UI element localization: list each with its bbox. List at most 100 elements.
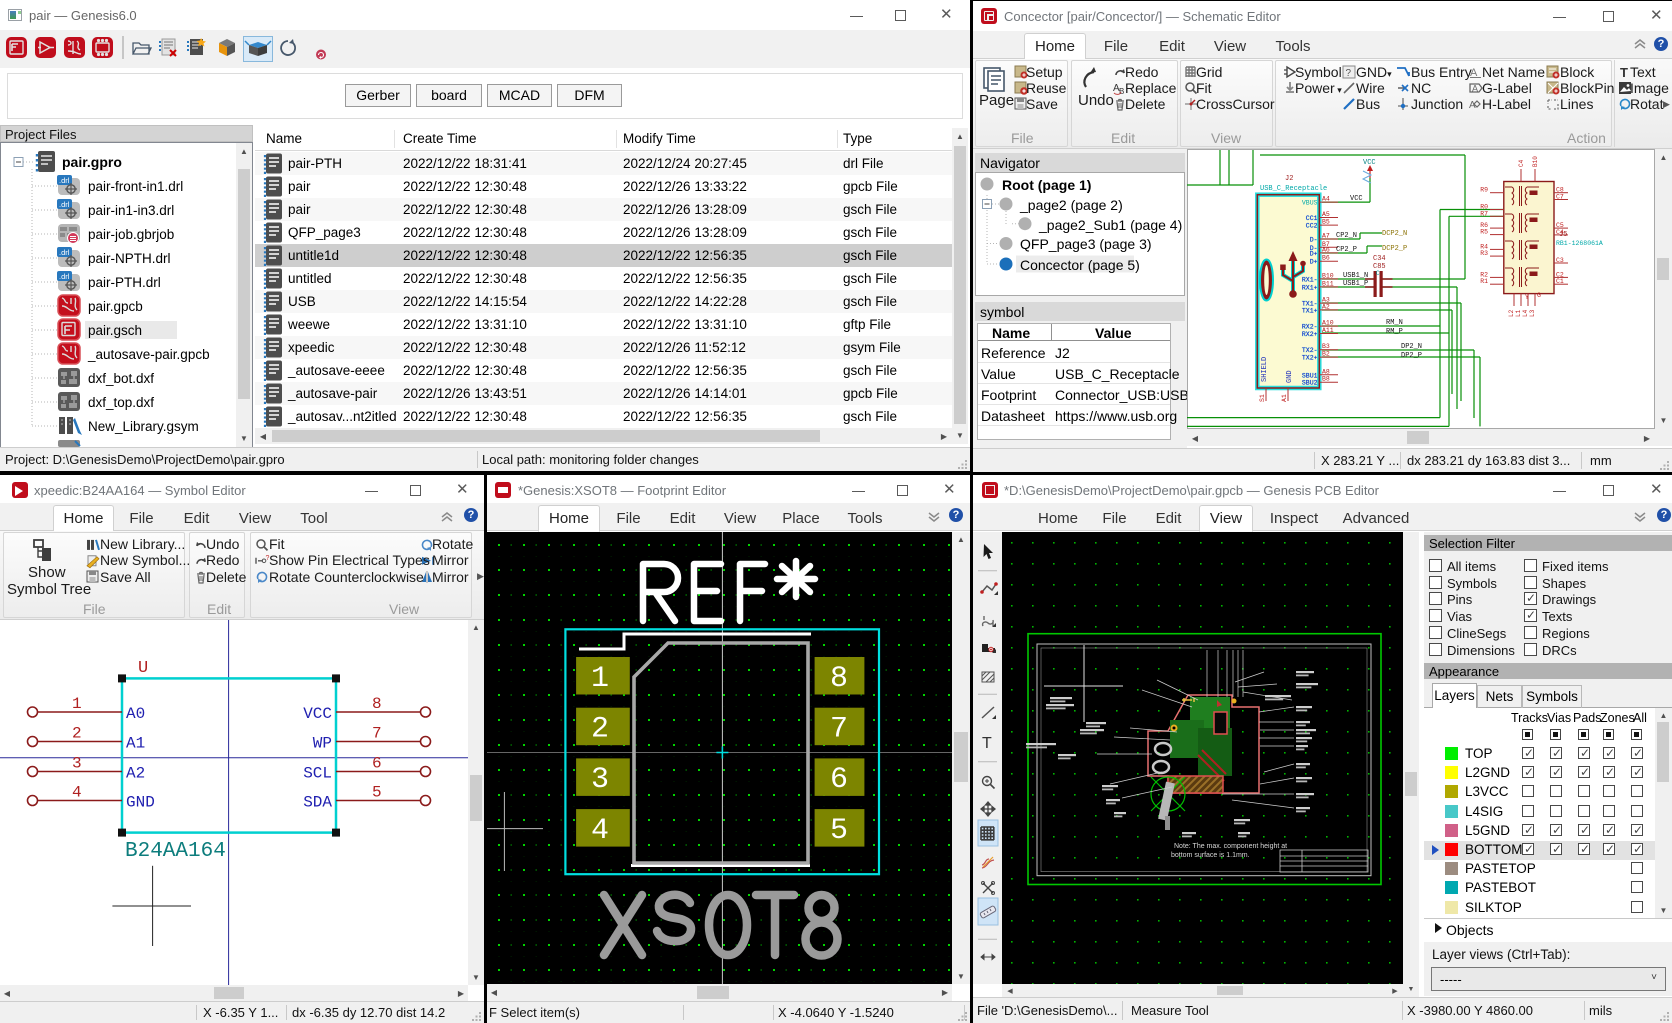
svg-text:WP: WP	[313, 735, 332, 753]
svg-text:RX1-: RX1-	[1302, 276, 1318, 283]
svg-text:Y: Y	[1525, 294, 1529, 301]
svg-text:B2: B2	[1322, 351, 1330, 358]
svg-text:.drl: .drl	[59, 272, 70, 281]
svg-text:G: G	[1537, 292, 1541, 299]
svg-text:A: A	[1472, 84, 1478, 94]
svg-text:4: 4	[591, 814, 609, 848]
svg-text:R1: R1	[1480, 278, 1488, 285]
svg-text:RB1-1268061A: RB1-1268061A	[1556, 240, 1603, 247]
svg-text:RX1+: RX1+	[1302, 284, 1318, 291]
svg-text:SBU1: SBU1	[1302, 372, 1318, 379]
svg-text:SCL: SCL	[303, 765, 332, 783]
svg-text:C34: C34	[1373, 255, 1386, 263]
svg-text:B: B	[1119, 87, 1124, 96]
svg-text:A0: A0	[126, 705, 145, 723]
svg-text:DP2_P: DP2_P	[1401, 352, 1422, 360]
svg-text:DCP2_N: DCP2_N	[1382, 230, 1407, 238]
svg-text:CP2_P: CP2_P	[1336, 246, 1357, 254]
svg-text:pair-in1-in3.drl: pair-in1-in3.drl	[88, 203, 174, 218]
svg-text:B3: B3	[1322, 343, 1330, 350]
svg-text:TX2-: TX2-	[1302, 347, 1318, 354]
svg-text:TX1+: TX1+	[1302, 307, 1318, 314]
svg-text:B8: B8	[1322, 376, 1330, 383]
svg-text:C1: C1	[1556, 278, 1564, 285]
svg-text:2: 2	[72, 725, 82, 743]
svg-text:A1: A1	[1281, 394, 1288, 402]
svg-text:4: 4	[72, 784, 82, 802]
svg-text:?: ?	[1346, 68, 1352, 79]
svg-text:SDA: SDA	[303, 794, 332, 812]
svg-text:B10: B10	[1322, 272, 1334, 279]
svg-text:6: 6	[830, 763, 848, 797]
svg-text:B11: B11	[1322, 280, 1334, 287]
svg-text:USB1_N: USB1_N	[1343, 272, 1368, 280]
svg-text:R3: R3	[1480, 250, 1488, 257]
svg-text:VCC: VCC	[303, 705, 332, 723]
svg-text:3: 3	[72, 755, 82, 773]
svg-text:RM_P: RM_P	[1386, 328, 1403, 336]
svg-text:L2: L2	[1508, 309, 1515, 317]
svg-text:A2: A2	[1322, 303, 1330, 310]
svg-text:pair-front-in1.drl: pair-front-in1.drl	[88, 179, 183, 194]
svg-text:D+: D+	[1310, 250, 1318, 257]
svg-text:A4: A4	[1322, 196, 1330, 203]
svg-text:A2: A2	[126, 765, 145, 783]
svg-text:J2: J2	[1285, 175, 1293, 183]
svg-text:A7: A7	[1322, 233, 1330, 240]
svg-text:A11: A11	[1322, 327, 1334, 334]
svg-text:7: 7	[372, 725, 382, 743]
svg-text:pair.gpro: pair.gpro	[62, 154, 122, 170]
svg-text:RX2+: RX2+	[1302, 331, 1318, 338]
svg-text:TX2+: TX2+	[1302, 355, 1318, 362]
svg-text:pair-job.gbrjob: pair-job.gbrjob	[88, 227, 174, 242]
svg-text:C: C	[1376, 270, 1380, 277]
svg-text:L1: L1	[1515, 309, 1522, 317]
svg-text:dxf_bot.dxf: dxf_bot.dxf	[88, 371, 154, 386]
svg-text:8: 8	[830, 662, 848, 696]
svg-text:pair.gpcb: pair.gpcb	[88, 299, 143, 314]
svg-text:pair-NPTH.drl: pair-NPTH.drl	[88, 251, 171, 266]
svg-text:R5: R5	[1480, 229, 1488, 236]
svg-text:A1: A1	[126, 735, 145, 753]
svg-text:VCC: VCC	[1350, 195, 1363, 203]
svg-text:1: 1	[72, 695, 82, 713]
svg-text:A10: A10	[1322, 320, 1334, 327]
svg-text:A6: A6	[1322, 246, 1330, 253]
svg-text:S1: S1	[1259, 394, 1266, 402]
svg-text:8: 8	[372, 695, 382, 713]
svg-text:.drl: .drl	[59, 248, 70, 257]
svg-text:T: T	[1620, 65, 1628, 80]
svg-text:L4: L4	[1522, 309, 1529, 317]
svg-text:RM_N: RM_N	[1386, 319, 1403, 327]
svg-text:CC1: CC1	[1306, 215, 1318, 222]
svg-text:bottom surface is 1.1mm.: bottom surface is 1.1mm.	[1171, 852, 1250, 859]
svg-text:RX2-: RX2-	[1302, 324, 1318, 331]
svg-text:B24AA164: B24AA164	[125, 840, 226, 863]
svg-text:.drl: .drl	[59, 200, 70, 209]
svg-text:GND: GND	[1286, 370, 1294, 383]
svg-text:GND: GND	[126, 794, 155, 812]
svg-text:DP2_N: DP2_N	[1401, 343, 1422, 351]
svg-text:3: 3	[591, 763, 609, 797]
svg-text:VCC: VCC	[1363, 159, 1376, 167]
svg-text:T: T	[982, 735, 992, 752]
svg-text:6: 6	[372, 755, 382, 773]
svg-text:R7: R7	[1480, 210, 1488, 217]
svg-text:A5: A5	[1322, 211, 1330, 218]
svg-text:7: 7	[830, 712, 848, 746]
svg-text:dxf_top.dxf: dxf_top.dxf	[88, 395, 154, 410]
svg-text:CP2_N: CP2_N	[1336, 232, 1357, 240]
svg-text:Note: The max. component heigh: Note: The max. component height at	[1174, 843, 1287, 850]
svg-text:USB_C_Receptacle: USB_C_Receptacle	[1260, 185, 1327, 193]
svg-text:USB1_P: USB1_P	[1343, 280, 1368, 288]
svg-text:CC2: CC2	[1306, 223, 1318, 230]
svg-text:J5: J5	[1559, 231, 1567, 239]
svg-text:C4: C4	[1518, 159, 1525, 167]
svg-text:.drl: .drl	[59, 176, 70, 185]
svg-text:5: 5	[372, 784, 382, 802]
svg-text:1: 1	[591, 662, 609, 696]
svg-text:VBUS: VBUS	[1302, 200, 1318, 207]
svg-text:U: U	[138, 659, 148, 678]
svg-text:B5: B5	[1322, 219, 1330, 226]
svg-text:SHIELD: SHIELD	[1261, 357, 1269, 382]
